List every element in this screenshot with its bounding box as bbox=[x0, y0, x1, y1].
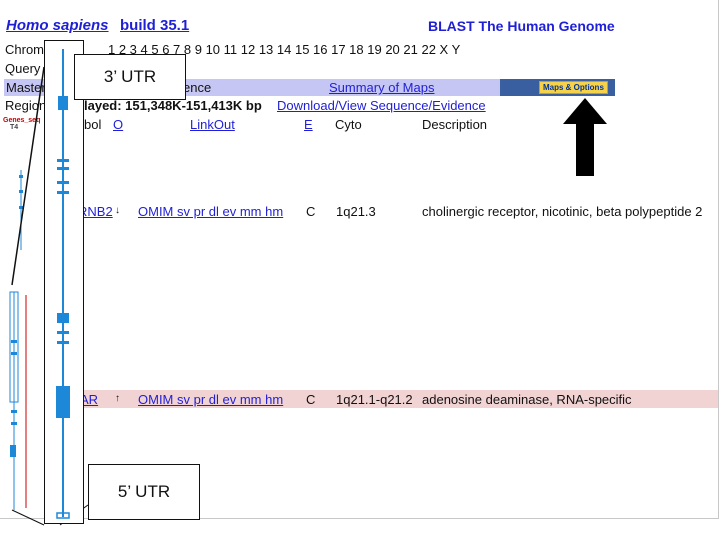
utr3-callout: 3’ UTR bbox=[74, 54, 186, 100]
utr5-callout: 5’ UTR bbox=[88, 464, 200, 520]
gene-model-strip bbox=[44, 40, 84, 524]
gene-model-graphic bbox=[56, 49, 70, 519]
up-arrow-icon bbox=[563, 98, 607, 176]
